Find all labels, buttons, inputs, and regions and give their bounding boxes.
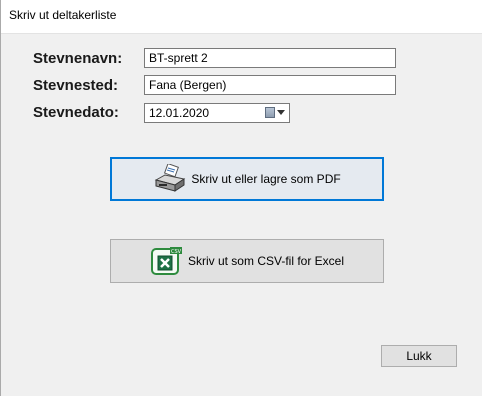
calendar-icon xyxy=(265,107,275,118)
close-button-label: Lukk xyxy=(406,349,432,363)
date-dropdown-button[interactable] xyxy=(265,107,287,119)
close-button[interactable]: Lukk xyxy=(381,345,457,367)
event-date-value: 12.01.2020 xyxy=(149,106,210,120)
event-date-label: Stevnedato: xyxy=(33,104,119,121)
dialog-window: Skriv ut deltakerliste Stevnenavn: BT-sp… xyxy=(0,0,482,396)
event-place-label: Stevnested: xyxy=(33,77,119,94)
event-place-field[interactable]: Fana (Bergen) xyxy=(144,75,396,95)
excel-icon: CSV xyxy=(150,247,182,275)
print-pdf-button[interactable]: Skriv ut eller lagre som PDF xyxy=(110,157,384,201)
chevron-down-icon xyxy=(277,110,285,115)
event-date-picker[interactable]: 12.01.2020 xyxy=(144,103,290,123)
title-bar[interactable]: Skriv ut deltakerliste xyxy=(1,0,482,34)
export-csv-label: Skriv ut som CSV-fil for Excel xyxy=(187,254,345,268)
svg-text:CSV: CSV xyxy=(171,249,182,255)
printer-icon xyxy=(154,164,186,192)
print-pdf-label: Skriv ut eller lagre som PDF xyxy=(191,172,341,186)
window-title: Skriv ut deltakerliste xyxy=(9,8,117,22)
event-name-label: Stevnenavn: xyxy=(33,50,123,67)
export-csv-button[interactable]: CSV Skriv ut som CSV-fil for Excel xyxy=(110,239,384,283)
event-name-field[interactable]: BT-sprett 2 xyxy=(144,48,396,68)
